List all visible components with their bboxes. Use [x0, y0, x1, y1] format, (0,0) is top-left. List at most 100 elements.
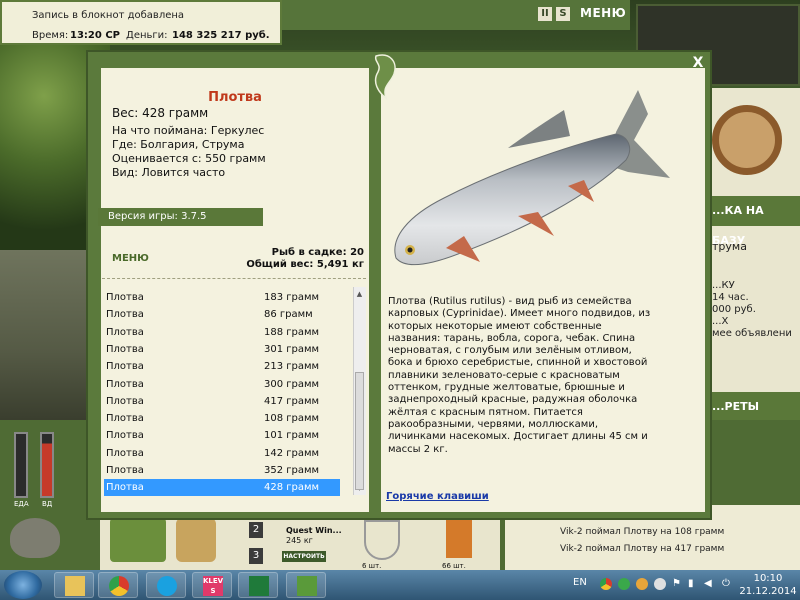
- hook-icon[interactable]: [364, 520, 400, 560]
- catch-fish-weight: 213 грамм: [264, 361, 320, 373]
- catch-fish-name: Плотва: [106, 465, 144, 476]
- fishing-game-taskbar-button[interactable]: [286, 572, 326, 598]
- slot-2[interactable]: 2: [249, 522, 263, 538]
- food-gauge: [14, 432, 28, 498]
- fish-location: Где: Болгария, Струма: [112, 138, 245, 151]
- bg-text-3: 000 руб.: [712, 304, 756, 315]
- time-value: 13:20 СР: [70, 30, 120, 41]
- bg-text-5: мее объявлени: [712, 328, 792, 339]
- catch-fish-name: Плотва: [106, 447, 144, 459]
- fish-valued: Оценивается с: 550 грамм: [112, 152, 266, 165]
- catch-fish-weight: 301 грамм: [264, 343, 320, 355]
- water-label: ВД: [42, 500, 53, 508]
- catch-list-row[interactable]: Плотва 183 грамм: [104, 289, 340, 306]
- base-banner[interactable]: ...КА НА БАЗУ: [700, 196, 800, 247]
- klev-icon: KLEV S: [203, 576, 224, 596]
- catch-list-row[interactable]: Плотва 188 грамм: [104, 324, 340, 341]
- catch-list-row[interactable]: Плотва 352 грамм: [104, 462, 340, 479]
- top-nav: [282, 0, 630, 30]
- keepnet-weight: Общий вес: 5,491 кг: [246, 259, 364, 270]
- catch-list-row[interactable]: Плотва 428 грамм: [104, 479, 340, 497]
- network-icon[interactable]: ▮: [688, 578, 700, 590]
- skype-icon: [157, 576, 177, 596]
- fish-name: Плотва: [208, 90, 262, 105]
- explorer-taskbar-button[interactable]: [54, 572, 94, 598]
- catch-list-row[interactable]: Плотва 86 грамм: [104, 306, 340, 323]
- klev-taskbar-button[interactable]: KLEV S: [192, 572, 232, 598]
- catch-list-row[interactable]: Плотва 213 грамм: [104, 358, 340, 375]
- bg-text-1: ...КУ: [712, 280, 735, 291]
- setup-button[interactable]: НАСТРОИТЬ: [282, 551, 326, 562]
- start-button[interactable]: [4, 571, 42, 599]
- pause-button[interactable]: II: [538, 7, 552, 21]
- bg-text-4: ...Х: [712, 316, 729, 327]
- fish-image: [394, 90, 670, 266]
- chat-line-1: Vik-2 поймал Плотву на 108 грамм: [560, 527, 725, 537]
- flag-icon[interactable]: ⚑: [672, 578, 682, 590]
- top-menu-button[interactable]: МЕНЮ: [580, 6, 626, 20]
- chat-line-2: Vik-2 поймал Плотву на 417 грамм: [560, 544, 725, 554]
- quest-weight: 245 кг: [286, 536, 313, 545]
- catch-list-row[interactable]: Плотва 142 грамм: [104, 445, 340, 462]
- catch-fish-weight: 142 грамм: [264, 447, 320, 459]
- bait-box-icon[interactable]: [446, 520, 472, 558]
- catch-fish-name: Плотва: [106, 309, 144, 321]
- catch-fish-name: Плотва: [106, 361, 144, 373]
- catch-fish-name: Плотва: [106, 292, 144, 303]
- keepnet-count: Рыб в садке: 20: [271, 247, 364, 258]
- scroll-thumb[interactable]: [355, 372, 364, 490]
- menu-button[interactable]: МЕНЮ: [112, 253, 149, 264]
- power-icon[interactable]: ⏻: [722, 578, 734, 590]
- shield-icon[interactable]: [618, 578, 630, 590]
- catch-fish-weight: 86 грамм: [264, 309, 313, 321]
- catch-list-row[interactable]: Плотва 300 грамм: [104, 376, 340, 393]
- skype-taskbar-button[interactable]: [146, 572, 186, 598]
- catch-list-row[interactable]: Плотва 301 грамм: [104, 341, 340, 358]
- secrets-banner[interactable]: ...РЕТЫ: [700, 392, 800, 422]
- chrome-tray-icon[interactable]: [600, 578, 612, 590]
- volume-icon[interactable]: ◀: [704, 578, 716, 590]
- update-icon[interactable]: [636, 578, 648, 590]
- catch-fish-name: Плотва: [106, 482, 144, 494]
- catch-list-row[interactable]: Плотва 101 грамм: [104, 427, 340, 444]
- basket-icon[interactable]: [110, 518, 166, 562]
- scroll-up-icon[interactable]: ▲: [355, 289, 364, 299]
- catch-list-row[interactable]: Плотва 417 грамм: [104, 393, 340, 410]
- leaf-icon: [297, 576, 317, 596]
- clock[interactable]: 10:10 21.12.2014: [738, 572, 798, 598]
- catch-fish-weight: 428 грамм: [264, 482, 320, 494]
- fish-bait: На что поймана: Геркулес: [112, 124, 265, 137]
- catch-fish-weight: 108 грамм: [264, 413, 320, 425]
- excel-icon: [249, 576, 269, 596]
- sound-button[interactable]: S: [556, 7, 570, 21]
- hotkeys-link[interactable]: Горячие клавиши: [386, 491, 489, 502]
- catch-fish-name: Плотва: [106, 378, 144, 390]
- excel-taskbar-button[interactable]: [238, 572, 278, 598]
- clock-time: 10:10: [753, 573, 783, 584]
- catch-fish-weight: 300 грамм: [264, 378, 320, 390]
- catch-fish-weight: 101 грамм: [264, 430, 320, 442]
- quest-title: Quest Win...: [286, 526, 342, 535]
- version-bar: Версия игры: 3.7.5: [98, 208, 263, 226]
- catch-list[interactable]: Плотва 183 грамм Плотва 86 грамм Плотва 188 г…: [101, 287, 351, 497]
- cauldron-icon[interactable]: [10, 518, 60, 558]
- bucket-icon[interactable]: [176, 518, 216, 562]
- catch-list-row[interactable]: Плотва 108 грамм: [104, 410, 340, 427]
- folder-icon: [65, 576, 85, 596]
- slot-3[interactable]: 3: [249, 548, 263, 564]
- hook-count: 6 шт.: [362, 562, 382, 570]
- clock-date: 21.12.2014: [739, 586, 797, 597]
- time-tray-icon[interactable]: [654, 578, 666, 590]
- catch-fish-name: Плотва: [106, 430, 144, 442]
- language-indicator[interactable]: EN: [573, 577, 587, 588]
- water-gauge: [40, 432, 54, 498]
- fish-frequency: Вид: Ловится часто: [112, 166, 226, 179]
- chrome-taskbar-button[interactable]: [98, 572, 138, 598]
- ship-wheel-icon: [712, 105, 782, 175]
- bait-count: 66 шт.: [442, 562, 466, 570]
- food-label: ЕДА: [14, 500, 29, 508]
- status-bar: Запись в блокнот добавлена Время: 13:20 …: [0, 0, 282, 45]
- time-label: Время:: [32, 30, 69, 41]
- catch-fish-weight: 417 грамм: [264, 395, 320, 407]
- bg-text-2: 14 час.: [712, 292, 749, 303]
